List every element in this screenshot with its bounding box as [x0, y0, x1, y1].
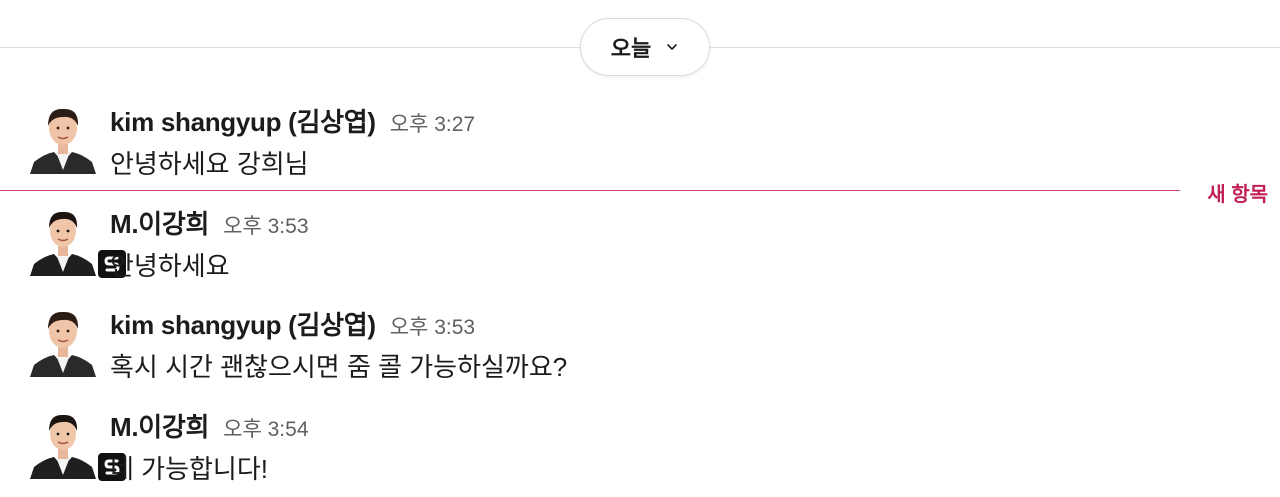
avatar[interactable] [30, 206, 128, 280]
day-label: 오늘 [610, 36, 652, 61]
avatar[interactable] [30, 409, 128, 483]
chevron-down-icon [667, 44, 678, 50]
new-items-line [0, 190, 1180, 191]
message-timestamp[interactable]: 오후 3:27 [390, 113, 475, 136]
author-name[interactable]: M.이강희 [110, 412, 209, 442]
author-name[interactable]: kim shangyup (김상엽) [110, 310, 376, 340]
user-avatar-icon [30, 414, 96, 479]
message-text: 안녕하세요 [110, 251, 230, 281]
new-items-divider: 새 항목 [0, 178, 1280, 207]
message-text: 혹시 시간 괜찮으시면 줌 콜 가능하실까요? [110, 352, 568, 382]
user-avatar-icon [30, 311, 96, 377]
avatar[interactable] [30, 307, 96, 377]
author-name[interactable]: M.이강희 [110, 209, 209, 239]
message[interactable]: kim shangyup (김상엽) 오후 3:27 안녕하세요 강희님 [0, 100, 1280, 190]
message-text: 안녕하세요 강희님 [110, 149, 309, 179]
message-timestamp[interactable]: 오후 3:53 [390, 316, 475, 339]
message-timestamp[interactable]: 오후 3:53 [223, 215, 308, 238]
message-text: 네 가능합니다! [110, 454, 268, 484]
message[interactable]: M.이강희 오후 3:54 네 가능합니다! [0, 405, 1280, 495]
message-author[interactable]: M.이강희 오후 3:54 [110, 407, 309, 444]
day-jump-button[interactable]: 오늘 [580, 18, 710, 76]
message[interactable]: kim shangyup (김상엽) 오후 3:53 혹시 시간 괜찮으시면 줌 … [0, 303, 1280, 393]
message[interactable]: M.이강희 오후 3:53 안녕하세요 [0, 202, 1280, 292]
avatar[interactable] [30, 104, 96, 174]
message-timestamp[interactable]: 오후 3:54 [223, 418, 308, 441]
day-divider: 오늘 [0, 0, 1280, 96]
message-author[interactable]: kim shangyup (김상엽) 오후 3:53 [110, 305, 475, 342]
author-name[interactable]: kim shangyup (김상엽) [110, 107, 376, 137]
message-author[interactable]: M.이강희 오후 3:53 [110, 204, 309, 241]
message-author[interactable]: kim shangyup (김상엽) 오후 3:27 [110, 102, 475, 139]
user-avatar-icon [30, 211, 96, 276]
user-avatar-icon [30, 108, 96, 174]
